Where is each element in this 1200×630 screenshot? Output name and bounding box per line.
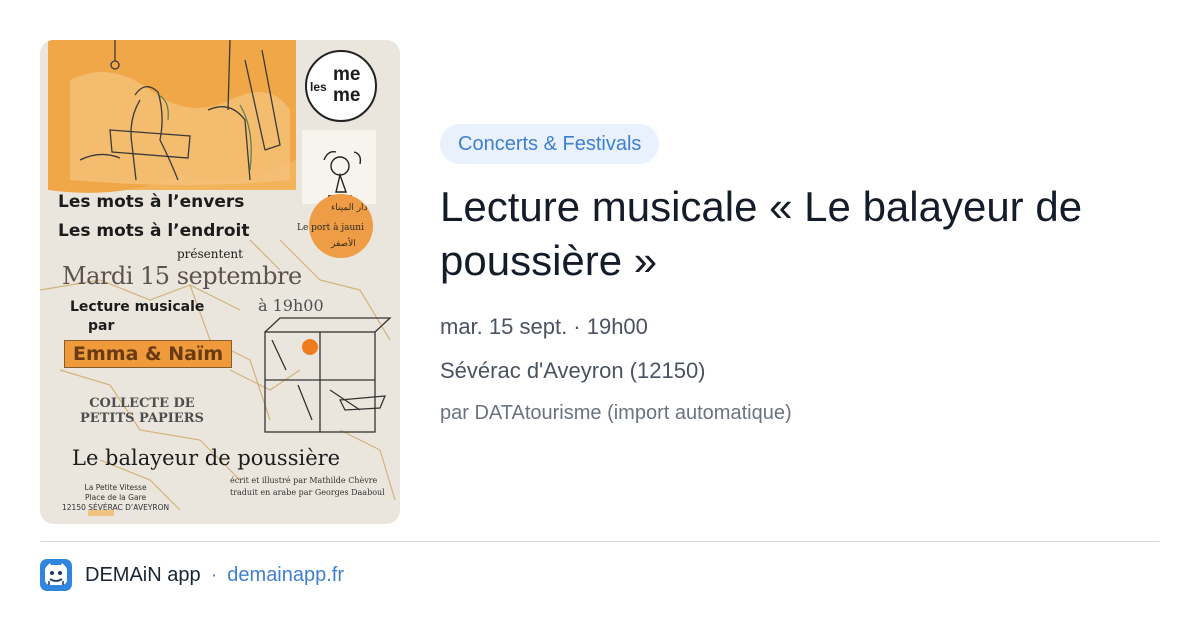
poster-artists: Emma & Naïm	[64, 340, 233, 368]
lighthouse-icon	[323, 150, 362, 197]
link-preview-card[interactable]: les me me دار الميناء Le port à jauni ال…	[0, 0, 1200, 630]
poster-credit-line-2: traduit en arabe par Georges Daaboul	[230, 488, 385, 497]
poster-title-line-1: Les mots à l’envers	[58, 192, 245, 212]
app-domain-link[interactable]: demainapp.fr	[227, 564, 344, 587]
poster-venue: La Petite Vitesse Place de la Gare 12150…	[62, 483, 169, 513]
poster-presentent: présentent	[177, 247, 243, 261]
footer-divider	[40, 541, 1160, 542]
event-source: par DATAtourisme (import automatique)	[440, 402, 792, 424]
poster-venue-line-1: La Petite Vitesse	[84, 483, 147, 492]
poster-venue-line-3: 12150 SÉVÉRAC D’AVEYRON	[62, 503, 170, 512]
footer: DEMAiN app · demainapp.fr	[40, 558, 344, 592]
demain-app-icon	[40, 559, 72, 591]
poster-venue-line-2: Place de la Gare	[85, 493, 147, 502]
logo-french-text: Le port à jauni	[297, 223, 364, 233]
poster-time: à 19h00	[258, 296, 324, 315]
logo-arabic-top: دار الميناء	[331, 203, 368, 213]
logo-text-me-top: me	[333, 64, 361, 85]
footer-separator: ·	[210, 563, 218, 586]
event-datetime: mar. 15 sept. · 19h00	[440, 314, 648, 339]
logo-text-me-bottom: me	[333, 85, 361, 106]
veilleuse-phare-logo	[302, 130, 376, 204]
poster-book-title: Le balayeur de poussière	[72, 446, 341, 470]
logo-arabic-bottom: الأصفر	[331, 239, 356, 249]
les-me-me-logo: les me me	[305, 50, 377, 122]
poster-credits: écrit et illustré par Mathilde Chèvre tr…	[230, 475, 385, 499]
poster-collecte-line-1: COLLECTE DE	[89, 396, 195, 411]
poster-credit-line-1: écrit et illustré par Mathilde Chèvre	[230, 476, 378, 485]
poster-collecte: COLLECTE DE PETITS PAPIERS	[80, 396, 204, 426]
category-badge[interactable]: Concerts & Festivals	[440, 124, 660, 164]
poster-collecte-line-2: PETITS PAPIERS	[80, 411, 204, 426]
poster-lecture: Lecture musicale	[70, 299, 205, 315]
port-jauni-logo: دار الميناء Le port à jauni الأصفر	[297, 194, 373, 258]
poster-date: Mardi 15 septembre	[62, 262, 302, 290]
poster-par: par	[88, 318, 115, 334]
event-location: Sévérac d'Aveyron (12150)	[440, 358, 706, 383]
logo-text-les: les	[310, 80, 327, 94]
app-name: DEMAiN app	[85, 563, 201, 586]
event-title[interactable]: Lecture musicale « Le balayeur de poussi…	[440, 180, 1160, 288]
poster-title-line-2: Les mots à l’endroit	[58, 221, 250, 241]
event-poster-image[interactable]: les me me دار الميناء Le port à jauni ال…	[40, 40, 400, 524]
